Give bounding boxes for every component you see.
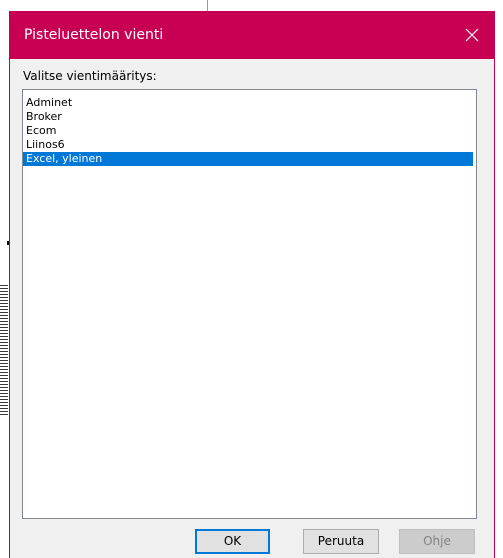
list-item-broker[interactable]: Broker (23, 110, 473, 124)
dialog-title: Pisteluettelon vienti (24, 27, 164, 43)
list-item-excel-yleinen[interactable]: Excel, yleinen (23, 152, 473, 166)
list-item-adminet[interactable]: Adminet (23, 96, 473, 110)
ok-button[interactable]: OK (195, 529, 270, 554)
export-definition-listbox[interactable]: Adminet Broker Ecom Liinos6 Excel, ylein… (22, 89, 477, 519)
dialog-titlebar[interactable]: Pisteluettelon vienti (10, 11, 494, 59)
export-dialog: Pisteluettelon vienti Valitse vientimäär… (9, 11, 495, 558)
page: Pisteluettelon vienti Valitse vientimäär… (0, 0, 503, 558)
list-item-ecom[interactable]: Ecom (23, 124, 473, 138)
export-definition-label: Valitse vientimääritys: (23, 69, 157, 83)
help-button[interactable]: Ohje (399, 529, 475, 554)
cancel-button[interactable]: Peruuta (303, 529, 379, 554)
background-ruler (0, 285, 8, 415)
list-item-liinos6[interactable]: Liinos6 (23, 138, 473, 152)
close-icon (465, 28, 479, 42)
close-button[interactable] (452, 11, 494, 59)
